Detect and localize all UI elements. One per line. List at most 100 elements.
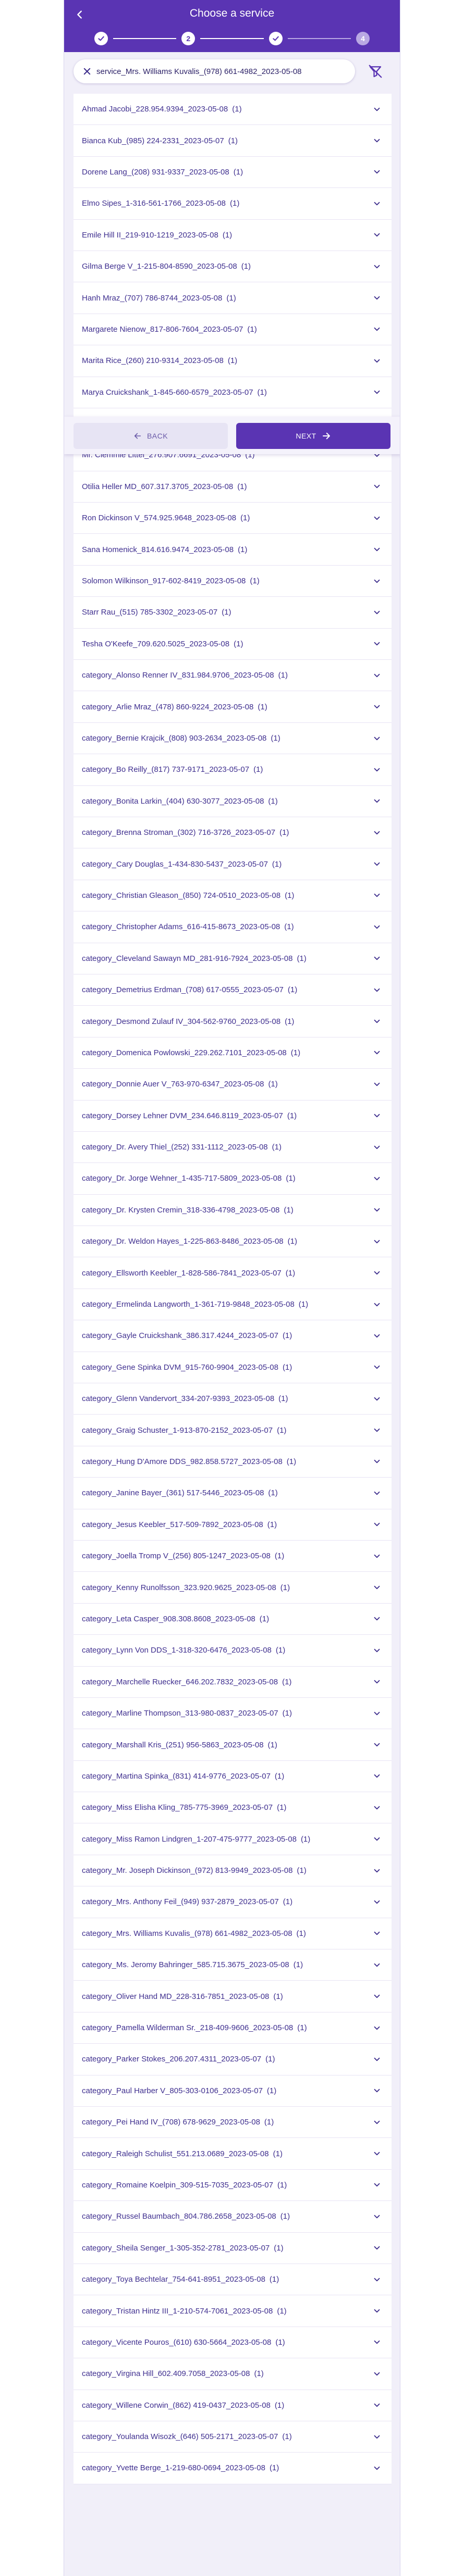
chevron-down-icon[interactable] — [371, 1078, 383, 1091]
chevron-down-icon[interactable] — [371, 103, 383, 116]
chevron-down-icon[interactable] — [371, 1330, 383, 1342]
chevron-down-icon[interactable] — [371, 512, 383, 524]
list-item[interactable]: category_Miss Elisha Kling_785-775-3969_… — [74, 1792, 392, 1824]
chevron-down-icon[interactable] — [371, 827, 383, 839]
chevron-down-icon[interactable] — [371, 952, 383, 965]
chevron-down-icon[interactable] — [371, 1707, 383, 1720]
chevron-down-icon[interactable] — [371, 701, 383, 713]
list-item[interactable]: category_Glenn Vandervort_334-207-9393_2… — [74, 1383, 392, 1415]
list-item[interactable]: category_Gayle Cruickshank_386.317.4244_… — [74, 1320, 392, 1352]
list-item[interactable]: category_Dr. Krysten Cremin_318-336-4798… — [74, 1194, 392, 1227]
chevron-down-icon[interactable] — [371, 764, 383, 776]
list-item[interactable]: category_Romaine Koelpin_309-515-7035_20… — [74, 2169, 392, 2202]
chevron-down-icon[interactable] — [371, 2116, 383, 2129]
list-item[interactable]: category_Sheila Senger_1-305-352-2781_20… — [74, 2232, 392, 2264]
next-button[interactable]: NEXT — [236, 423, 390, 449]
back-button[interactable]: BACK — [74, 423, 228, 449]
list-item[interactable]: Marita Rice_(260) 210-9314_2023-05-08 (1) — [74, 345, 392, 377]
list-item[interactable]: category_Desmond Zulauf IV_304-562-9760_… — [74, 1006, 392, 1037]
list-item[interactable]: category_Brenna Stroman_(302) 716-3726_2… — [74, 817, 392, 849]
chevron-down-icon[interactable] — [371, 1518, 383, 1531]
chevron-down-icon[interactable] — [371, 2368, 383, 2380]
list-item[interactable]: Emile Hill II_219-910-1219_2023-05-08 (1) — [74, 219, 392, 251]
chevron-down-icon[interactable] — [371, 1204, 383, 1216]
chevron-down-icon[interactable] — [371, 292, 383, 304]
list-item[interactable]: category_Marchelle Ruecker_646.202.7832_… — [74, 1666, 392, 1698]
chevron-down-icon[interactable] — [371, 1046, 383, 1059]
list-item[interactable]: category_Willene Corwin_(862) 419-0437_2… — [74, 2390, 392, 2421]
list-item[interactable]: category_Domenica Powlowski_229.262.7101… — [74, 1037, 392, 1069]
list-item[interactable]: Bianca Kub_(985) 224-2331_2023-05-07 (1) — [74, 125, 392, 157]
list-item[interactable]: category_Jesus Keebler_517-509-7892_2023… — [74, 1509, 392, 1541]
list-item[interactable]: category_Oliver Hand MD_228-316-7851_202… — [74, 1981, 392, 2012]
chevron-down-icon[interactable] — [371, 858, 383, 870]
chevron-down-icon[interactable] — [371, 2210, 383, 2223]
chevron-down-icon[interactable] — [371, 1235, 383, 1248]
chevron-down-icon[interactable] — [371, 197, 383, 210]
list-item[interactable]: category_Kenny Runolfsson_323.920.9625_2… — [74, 1572, 392, 1604]
chevron-down-icon[interactable] — [371, 2273, 383, 2286]
chevron-down-icon[interactable] — [371, 606, 383, 619]
chevron-down-icon[interactable] — [371, 260, 383, 273]
chevron-down-icon[interactable] — [371, 2147, 383, 2160]
list-item[interactable]: category_Christopher Adams_616-415-8673_… — [74, 911, 392, 943]
chevron-down-icon[interactable] — [371, 1612, 383, 1625]
list-item[interactable]: category_Gene Spinka DVM_915-760-9904_20… — [74, 1352, 392, 1384]
chevron-down-icon[interactable] — [371, 1393, 383, 1405]
chevron-down-icon[interactable] — [371, 1455, 383, 1468]
chevron-down-icon[interactable] — [371, 1990, 383, 2003]
chevron-down-icon[interactable] — [371, 2399, 383, 2411]
chevron-down-icon[interactable] — [371, 2305, 383, 2317]
chevron-down-icon[interactable] — [371, 134, 383, 147]
list-item[interactable]: category_Donnie Auer V_763-970-6347_2023… — [74, 1069, 392, 1101]
list-item[interactable]: category_Mrs. Williams Kuvalis_(978) 661… — [74, 1918, 392, 1950]
list-item[interactable]: category_Toya Bechtelar_754-641-8951_202… — [74, 2264, 392, 2296]
chevron-down-icon[interactable] — [371, 355, 383, 367]
chevron-down-icon[interactable] — [371, 1298, 383, 1311]
list-item[interactable]: category_Youlanda Wisozk_(646) 505-2171_… — [74, 2421, 392, 2453]
list-item[interactable]: category_Tristan Hintz III_1-210-574-706… — [74, 2295, 392, 2327]
list-item[interactable]: category_Christian Gleason_(850) 724-051… — [74, 880, 392, 912]
chevron-down-icon[interactable] — [371, 1015, 383, 1028]
list-item[interactable]: Sana Homenick_814.616.9474_2023-05-08 (1) — [74, 534, 392, 566]
chevron-down-icon[interactable] — [371, 386, 383, 398]
list-item[interactable]: category_Hung D'Amore DDS_982.858.5727_2… — [74, 1446, 392, 1478]
list-item[interactable]: category_Pei Hand IV_(708) 678-9629_2023… — [74, 2107, 392, 2139]
list-item[interactable]: category_Mrs. Anthony Feil_(949) 937-287… — [74, 1886, 392, 1918]
chevron-down-icon[interactable] — [371, 1581, 383, 1594]
chevron-down-icon[interactable] — [371, 1267, 383, 1279]
list-item[interactable]: category_Pamella Wilderman Sr._218-409-9… — [74, 2012, 392, 2044]
chevron-down-icon[interactable] — [371, 984, 383, 996]
list-item[interactable]: category_Virgina Hill_602.409.7058_2023-… — [74, 2358, 392, 2390]
list-item[interactable]: category_Paul Harber V_805-303-0106_2023… — [74, 2075, 392, 2107]
list-item[interactable]: category_Mr. Joseph Dickinson_(972) 813-… — [74, 1855, 392, 1887]
list-item[interactable]: category_Yvette Berge_1-219-680-0694_202… — [74, 2453, 392, 2484]
list-item[interactable]: category_Martina Spinka_(831) 414-9776_2… — [74, 1760, 392, 1793]
list-item[interactable]: category_Demetrius Erdman_(708) 617-0555… — [74, 974, 392, 1006]
list-item[interactable]: Solomon Wilkinson_917-602-8419_2023-05-0… — [74, 565, 392, 597]
chevron-down-icon[interactable] — [371, 1802, 383, 1814]
filter-toggle-button[interactable] — [365, 61, 385, 81]
chevron-down-icon[interactable] — [371, 229, 383, 241]
list-item[interactable]: category_Bernie Krajcik_(808) 903-2634_2… — [74, 722, 392, 755]
list-item[interactable]: category_Parker Stokes_206.207.4311_2023… — [74, 2044, 392, 2075]
chevron-down-icon[interactable] — [371, 1865, 383, 1877]
list-item[interactable]: Starr Rau_(515) 785-3302_2023-05-07 (1) — [74, 597, 392, 629]
chevron-down-icon[interactable] — [371, 1927, 383, 1940]
chevron-down-icon[interactable] — [371, 1141, 383, 1154]
chevron-down-icon[interactable] — [371, 669, 383, 682]
list-item[interactable]: Otilia Heller MD_607.317.3705_2023-05-08… — [74, 471, 392, 503]
list-item[interactable]: Elmo Sipes_1-316-561-1766_2023-05-08 (1) — [74, 188, 392, 220]
chevron-down-icon[interactable] — [371, 166, 383, 178]
list-item[interactable]: category_Ermelinda Langworth_1-361-719-9… — [74, 1289, 392, 1321]
chevron-down-icon[interactable] — [371, 732, 383, 745]
chevron-down-icon[interactable] — [371, 2022, 383, 2034]
chevron-down-icon[interactable] — [371, 1896, 383, 1908]
chevron-down-icon[interactable] — [371, 1361, 383, 1373]
chevron-down-icon[interactable] — [371, 889, 383, 902]
list-item[interactable]: category_Ellsworth Keebler_1-828-586-784… — [74, 1257, 392, 1289]
list-item[interactable]: category_Arlie Mraz_(478) 860-9224_2023-… — [74, 691, 392, 723]
list-item[interactable]: Margarete Nienow_817-806-7604_2023-05-07… — [74, 314, 392, 346]
chevron-down-icon[interactable] — [371, 2336, 383, 2348]
search-input[interactable] — [96, 67, 348, 76]
